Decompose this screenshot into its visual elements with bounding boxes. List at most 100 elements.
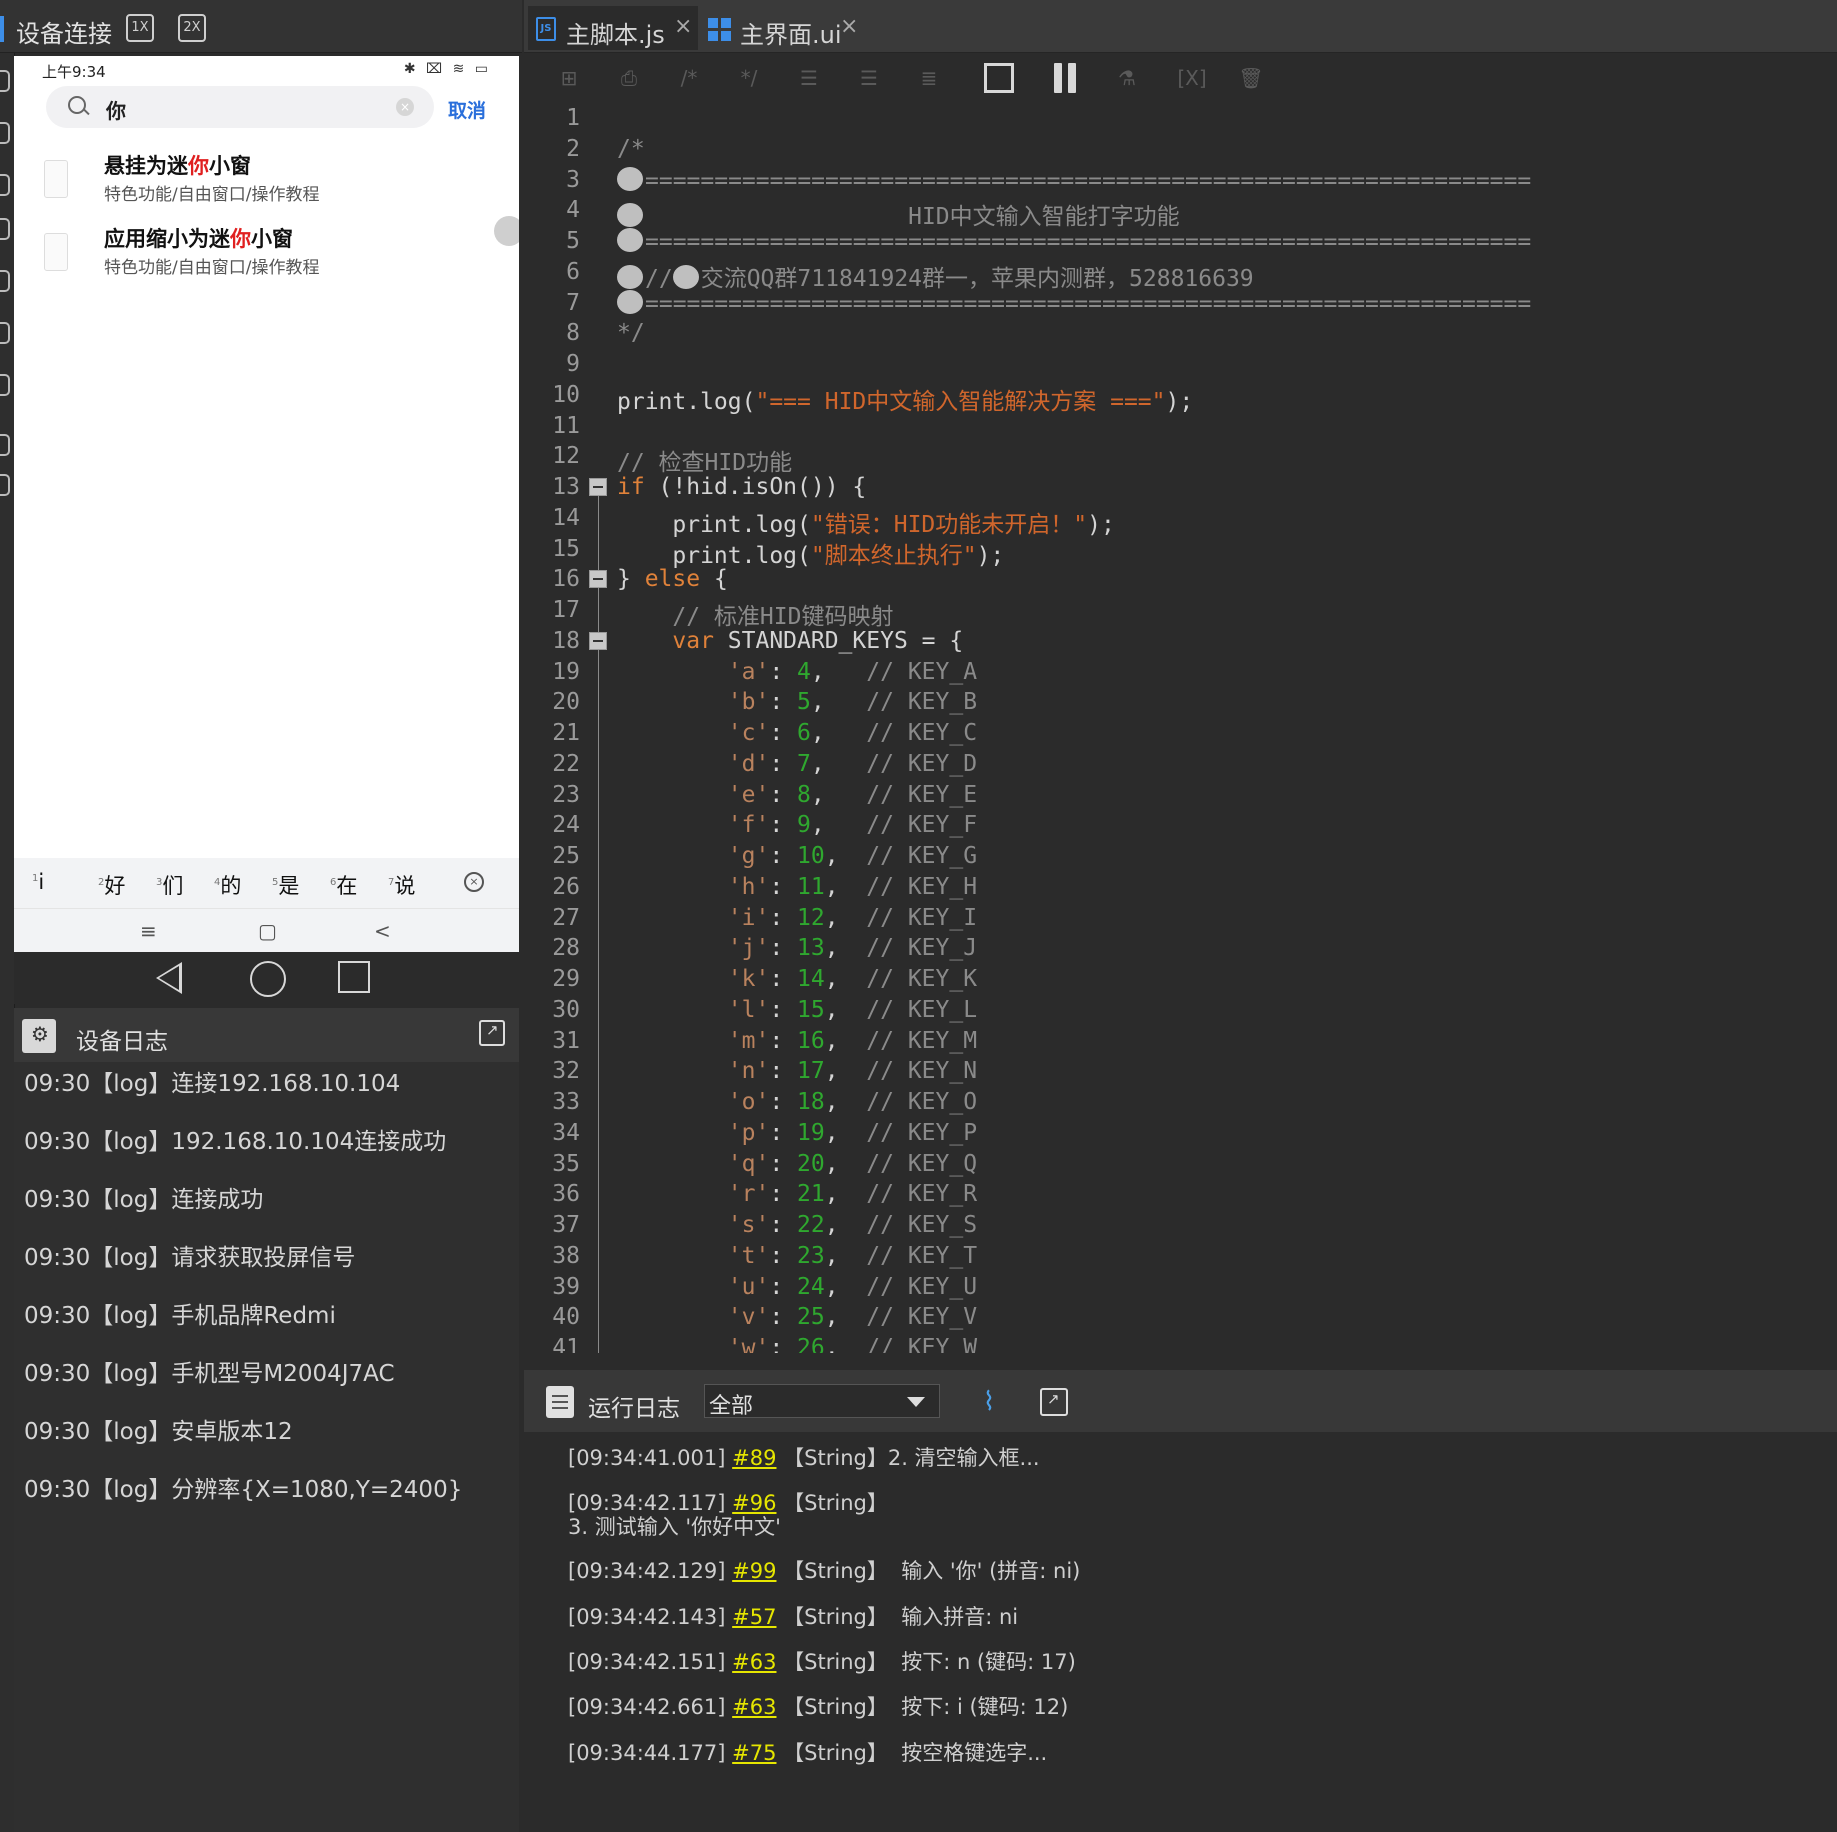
- status-time: 上午9:34: [42, 63, 106, 81]
- strip-tool-icon[interactable]: [0, 218, 10, 240]
- code-text: ,: [810, 689, 867, 716]
- code-comment: // KEY_U: [866, 1273, 978, 1300]
- log-type: 【String】: [783, 1491, 888, 1515]
- format-icon[interactable]: ≣: [914, 63, 944, 93]
- stop-icon[interactable]: [984, 63, 1014, 93]
- device-log-list[interactable]: 09:30【log】连接192.168.10.104 09:30【log】192…: [14, 1062, 519, 1832]
- line-number: 36: [552, 1181, 580, 1208]
- code-text: :: [769, 1150, 798, 1177]
- back-icon[interactable]: <: [374, 919, 391, 943]
- line-number: 9: [566, 351, 580, 377]
- code-editor[interactable]: 1 2 3 4 5 6 7 8 9 10 11 12 13 14 15 16 1…: [524, 105, 1837, 1353]
- code-line: 'l': 15, // KEY_L: [617, 997, 977, 1023]
- ime-candidate[interactable]: 2好: [98, 870, 125, 900]
- zoom-2x-button[interactable]: 2X: [178, 14, 206, 42]
- code-text: :: [769, 1119, 798, 1146]
- fold-toggle-icon[interactable]: [589, 570, 607, 588]
- clear-search-icon[interactable]: ×: [396, 98, 414, 116]
- ime-candidate[interactable]: 5是: [272, 870, 299, 900]
- code-key-string: 'r': [727, 1181, 770, 1208]
- strip-tool-icon[interactable]: [0, 474, 10, 496]
- ime-close-icon[interactable]: ×: [464, 872, 484, 892]
- status-bar: 上午9:34 ✱ ⌧ ≋ ▭: [14, 56, 519, 84]
- code-text: ,: [824, 996, 867, 1023]
- log-source-link[interactable]: #99: [732, 1559, 776, 1583]
- device-log-entry: 09:30【log】连接成功: [24, 1187, 264, 1213]
- code-text: :: [769, 1242, 798, 1269]
- strip-tool-icon[interactable]: [0, 434, 10, 456]
- line-number: 10: [552, 381, 580, 408]
- code-number: 21: [797, 1181, 825, 1208]
- code-line: 't': 23, // KEY_T: [617, 1243, 977, 1269]
- strip-tool-icon[interactable]: [0, 174, 10, 196]
- search-result-item[interactable]: 应用缩小为迷你小窗 特色功能/自由窗口/操作教程: [14, 223, 519, 291]
- log-source-link[interactable]: #63: [732, 1650, 776, 1674]
- code-text: ,: [824, 1027, 867, 1054]
- emulator-back-icon[interactable]: [156, 962, 182, 994]
- uncomment-icon[interactable]: */: [734, 63, 764, 93]
- code-key-string: 'c': [727, 720, 770, 746]
- outdent-icon[interactable]: ☰: [794, 63, 824, 93]
- tab-close-icon[interactable]: ×: [840, 14, 858, 39]
- search-input[interactable]: 你 ×: [46, 86, 434, 128]
- tab-main-ui[interactable]: 主界面.ui ×: [700, 6, 870, 50]
- strip-tool-icon[interactable]: [0, 322, 10, 344]
- fold-toggle-icon[interactable]: [589, 632, 607, 650]
- floating-ball-icon[interactable]: [494, 216, 519, 246]
- search-result-item[interactable]: 悬挂为迷你小窗 特色功能/自由窗口/操作教程: [14, 150, 519, 218]
- code-key-string: 'd': [727, 750, 770, 777]
- code-line: print.log("脚本终止执行");: [617, 536, 1004, 570]
- comment-icon[interactable]: /*: [674, 63, 704, 93]
- print-icon[interactable]: ⎙: [614, 63, 644, 93]
- tab-label: 主界面.ui: [740, 21, 842, 49]
- result-subtitle: 特色功能/自由窗口/操作教程: [104, 185, 320, 205]
- tab-close-icon[interactable]: ×: [674, 14, 692, 39]
- fold-toggle-icon[interactable]: [589, 478, 607, 496]
- popout-icon[interactable]: [479, 1020, 505, 1046]
- ime-candidate[interactable]: 6在: [330, 870, 357, 900]
- ime-candidate[interactable]: 4的: [214, 870, 241, 900]
- flask-icon[interactable]: ⚗: [1112, 63, 1142, 93]
- ime-candidate[interactable]: 7说: [388, 870, 415, 900]
- add-icon[interactable]: ⊞: [554, 63, 584, 93]
- log-source-link[interactable]: #63: [732, 1695, 776, 1719]
- strip-tool-icon[interactable]: [0, 374, 10, 396]
- indent-icon[interactable]: ☰: [854, 63, 884, 93]
- cancel-button[interactable]: 取消: [448, 96, 486, 123]
- broom-clear-icon[interactable]: ⌇: [974, 1386, 1004, 1418]
- log-source-link[interactable]: #89: [732, 1446, 776, 1470]
- ime-candidate[interactable]: 1i: [32, 870, 44, 894]
- ime-candidate[interactable]: 3们: [156, 870, 183, 900]
- run-log-icon: [546, 1386, 574, 1418]
- code-comment: // KEY_H: [866, 873, 978, 900]
- debug-variables-icon[interactable]: [X]: [1172, 63, 1212, 93]
- tab-main-script[interactable]: JS 主脚本.js ×: [528, 6, 698, 50]
- log-source-link[interactable]: #57: [732, 1605, 776, 1629]
- zoom-1x-button[interactable]: 1X: [126, 14, 154, 42]
- code-text: ,: [824, 1273, 867, 1300]
- popout-icon[interactable]: [1040, 1388, 1068, 1416]
- pause-icon[interactable]: [1052, 63, 1078, 93]
- code-line: 'j': 13, // KEY_J: [617, 935, 977, 961]
- delete-icon[interactable]: 🗑: [1236, 63, 1266, 93]
- emulator-home-icon[interactable]: [250, 961, 286, 997]
- run-log-list[interactable]: [09:34:41.001] #89 【String】2. 清空输入框... [0…: [524, 1432, 1837, 1832]
- log-source-link[interactable]: #75: [732, 1741, 776, 1765]
- line-number: 26: [552, 873, 580, 900]
- emulator-recent-apps-icon[interactable]: [338, 961, 370, 993]
- line-number: 22: [552, 750, 580, 777]
- candidate-text: 在: [336, 874, 358, 898]
- editor-tab-bar: JS 主脚本.js × 主界面.ui ×: [524, 0, 1837, 53]
- menu-icon[interactable]: ≡: [140, 919, 157, 943]
- log-filter-select[interactable]: 全部: [704, 1384, 940, 1419]
- code-text: :: [769, 1089, 798, 1115]
- strip-tool-icon[interactable]: [0, 70, 10, 92]
- strip-tool-icon[interactable]: [0, 270, 10, 292]
- phone-screen[interactable]: 上午9:34 ✱ ⌧ ≋ ▭ 你 × 取消 悬挂为迷你小窗 特色功能/自由窗口/…: [14, 56, 519, 952]
- home-icon[interactable]: ▢: [258, 919, 277, 943]
- device-log-icon: [22, 1019, 56, 1053]
- strip-tool-icon[interactable]: [0, 122, 10, 144]
